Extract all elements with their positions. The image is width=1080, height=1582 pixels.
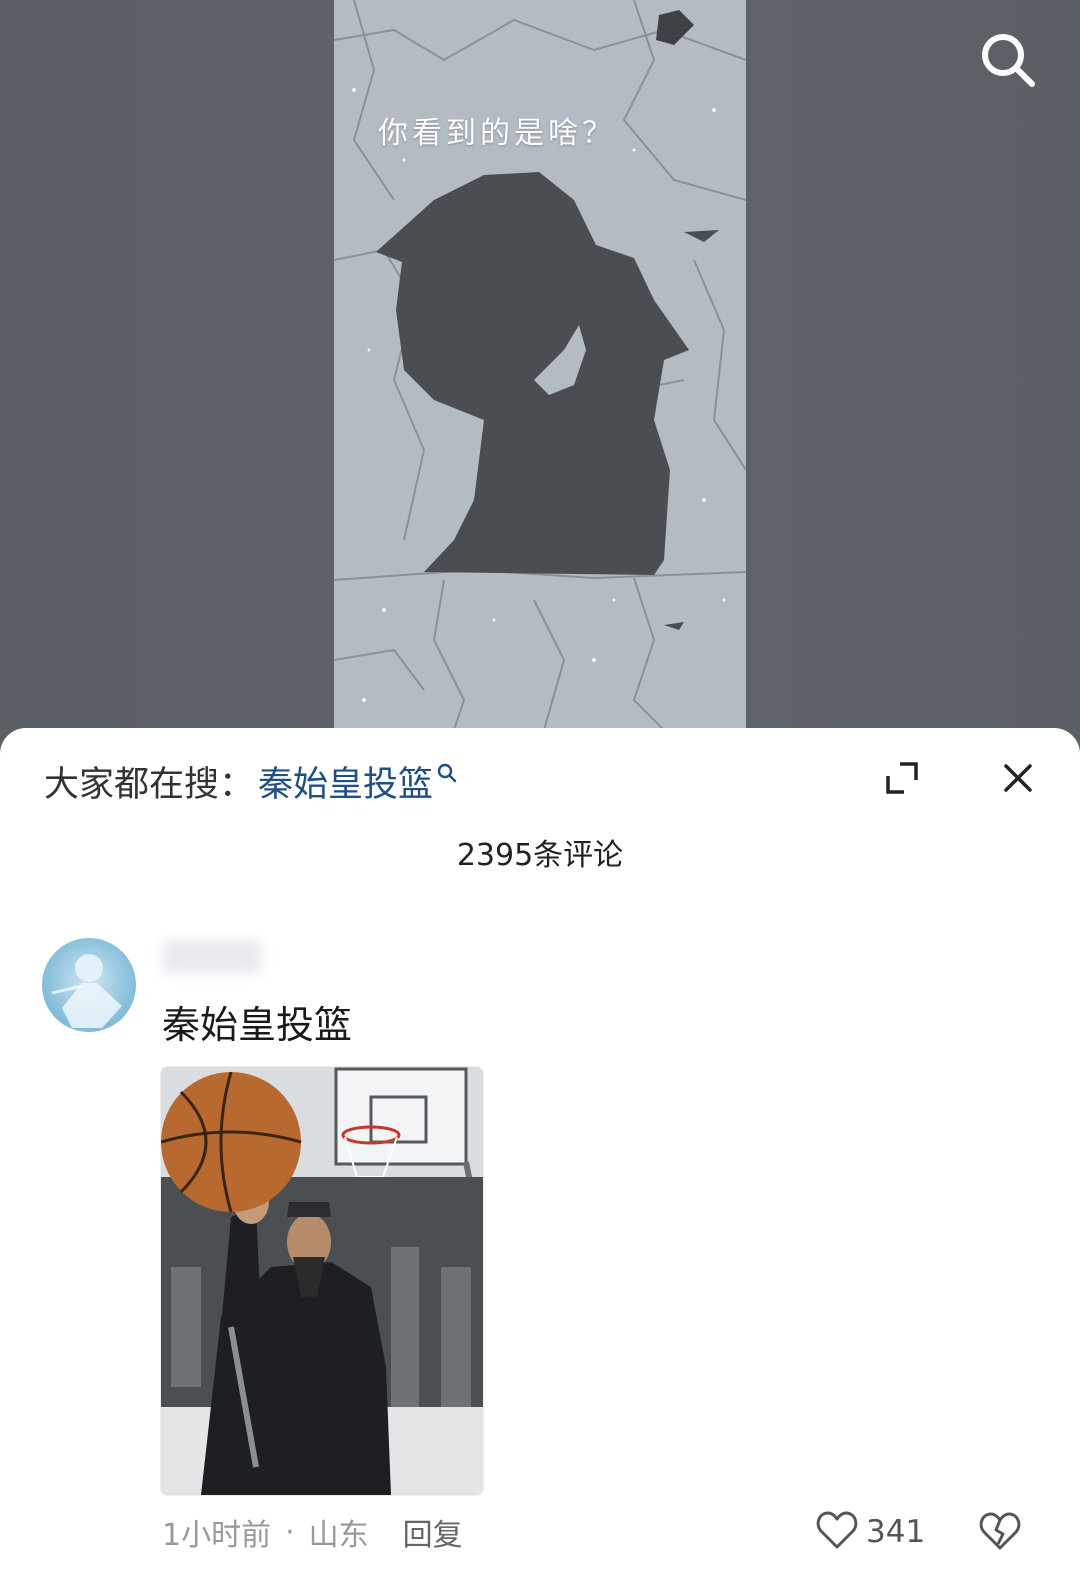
- expand-icon[interactable]: [884, 760, 920, 796]
- video-caption: 你看到的是啥？: [378, 116, 616, 151]
- meta-separator: ·: [285, 1514, 295, 1550]
- avatar[interactable]: [42, 938, 136, 1032]
- comment-count: 2395条评论: [456, 838, 624, 873]
- small-search-icon[interactable]: [437, 752, 457, 792]
- username-blurred[interactable]: [162, 940, 262, 974]
- basketball-meme-image[interactable]: [160, 1066, 484, 1496]
- comment-meta: 1小时前 · 山东 回复: [162, 1510, 463, 1554]
- comment-location: 山东: [308, 1518, 369, 1553]
- broken-heart-icon[interactable]: [978, 1510, 1022, 1554]
- hot-search-prefix: 大家都在搜：: [44, 764, 255, 805]
- like-button[interactable]: 341: [816, 1510, 925, 1554]
- comment-text: 秦始皇投篮: [162, 1003, 353, 1047]
- close-icon[interactable]: [1000, 760, 1036, 796]
- video-player[interactable]: 你看到的是啥？: [334, 0, 746, 730]
- hot-search-row: 大家都在搜： 秦始皇投篮: [44, 756, 457, 806]
- comment-time: 1小时前: [162, 1518, 272, 1553]
- hot-search-term[interactable]: 秦始皇投篮: [258, 756, 433, 807]
- comments-sheet: 大家都在搜： 秦始皇投篮 2395条评论 秦始皇投篮 1小时前 · 山东 回复 …: [0, 728, 1080, 1582]
- search-icon[interactable]: [978, 30, 1040, 92]
- like-count: 341: [866, 1514, 926, 1550]
- reply-button[interactable]: 回复: [403, 1510, 463, 1554]
- heart-icon: [816, 1510, 858, 1554]
